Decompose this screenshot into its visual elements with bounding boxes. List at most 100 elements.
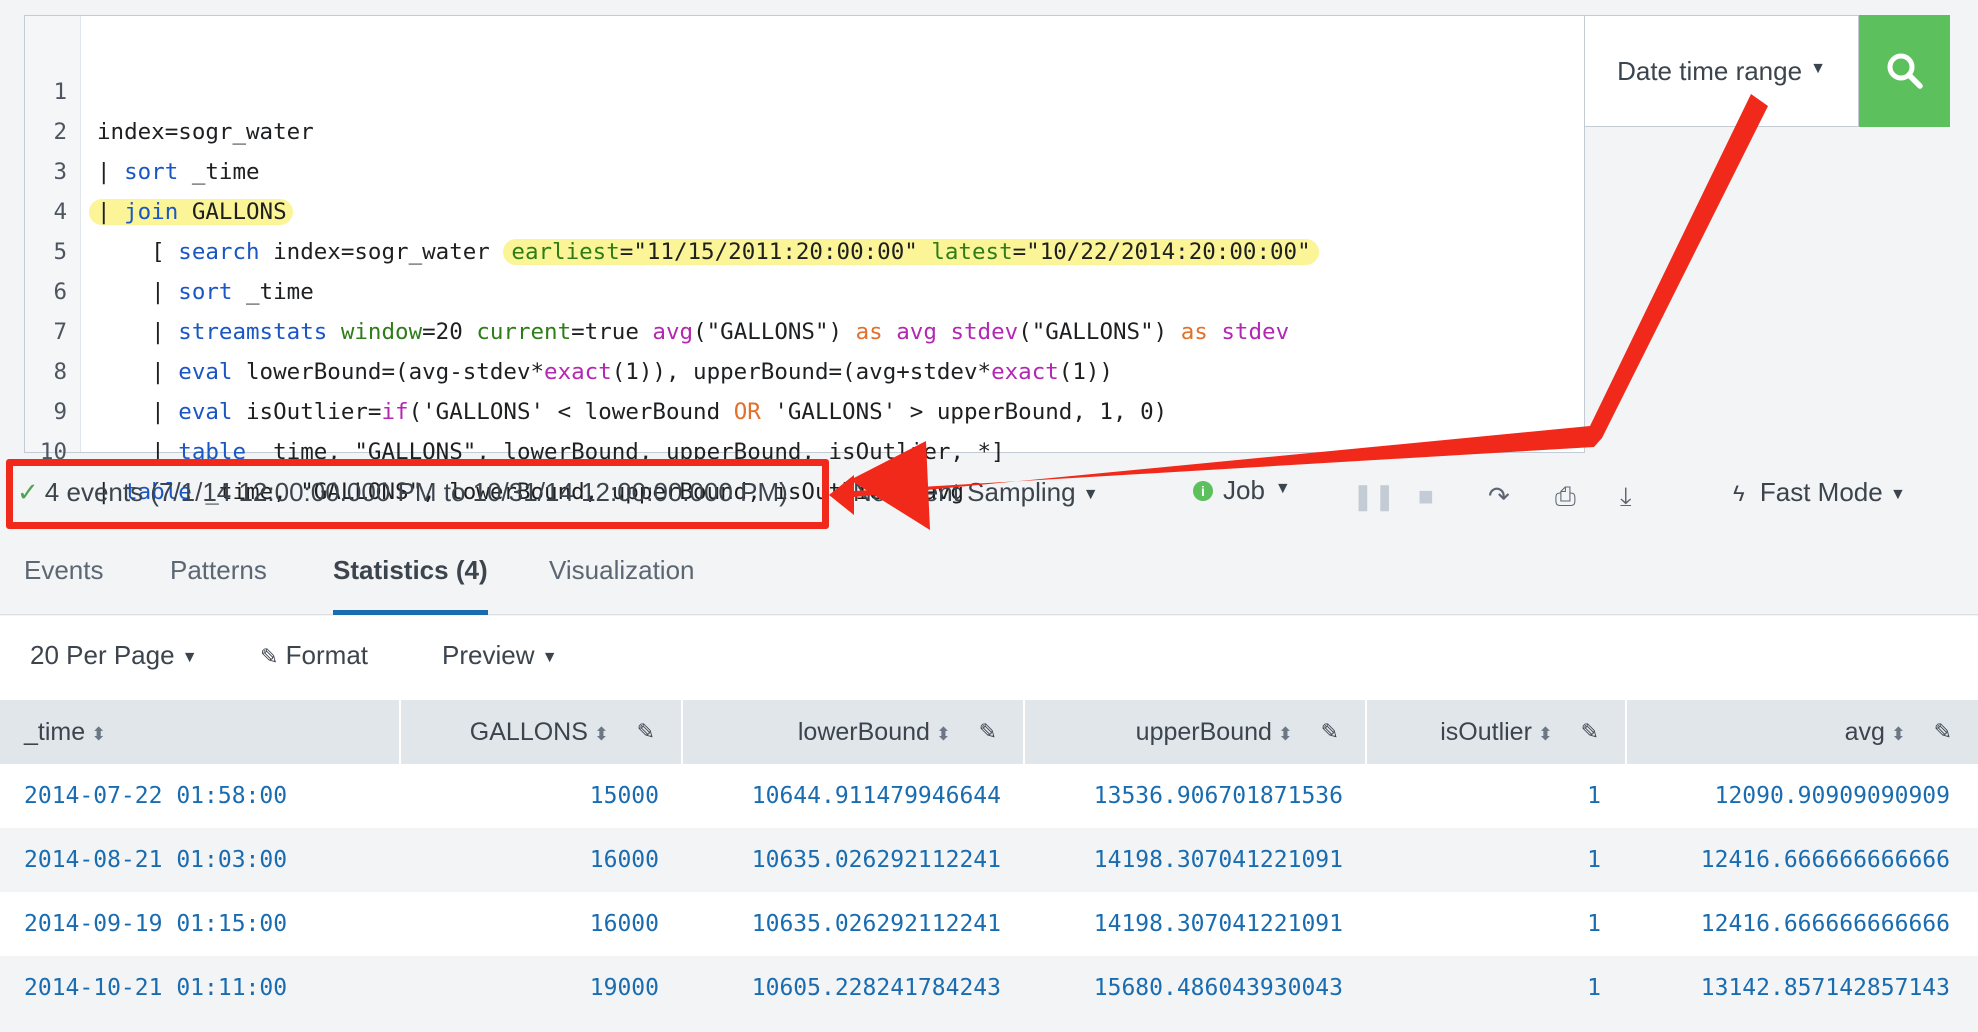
caret-down-icon: ▼ (1274, 479, 1291, 497)
code-line[interactable]: 7 | eval lowerBound=(avg-stdev*exact(1))… (25, 272, 1584, 385)
cell-upperbound[interactable]: 14198.307041221091 (1094, 828, 1343, 892)
column-header-time[interactable]: _time ⬍ (0, 700, 401, 764)
tab-statistics[interactable]: Statistics (4) (333, 555, 488, 615)
cell-lowerbound[interactable]: 10605.228241784243 (752, 956, 1001, 1020)
search-button[interactable] (1859, 15, 1950, 127)
event-sampling-dropdown[interactable]: No Event Sampling ▼ (853, 477, 1099, 508)
job-menu[interactable]: i Job ▼ (1193, 475, 1291, 506)
pencil-icon[interactable]: ✎ (637, 700, 655, 764)
caret-down-icon: ▼ (1082, 486, 1099, 503)
print-icon[interactable]: ⎙ (1555, 481, 1576, 513)
per-page-dropdown[interactable]: 20 Per Page ▼ (30, 640, 198, 671)
tab-visualization[interactable]: Visualization (549, 555, 695, 615)
code-line[interactable]: 8 | eval isOutlier=if('GALLONS' < lowerB… (25, 312, 1584, 425)
preview-label: Preview (442, 640, 535, 670)
export-icon[interactable]: ⤓ (1620, 481, 1632, 513)
stop-icon[interactable]: ■ (1418, 481, 1434, 512)
pencil-icon[interactable]: ✎ (1321, 700, 1339, 764)
code-line[interactable]: 6 | streamstats window=20 current=true a… (25, 232, 1584, 345)
table-row: 2014-08-21 01:03:00 16000 10635.02629211… (0, 828, 1978, 892)
cell-avg[interactable]: 12090.90909090909 (1715, 764, 1950, 828)
pause-icon[interactable]: ❚❚ (1352, 481, 1396, 512)
sort-icon[interactable]: ⬍ (91, 724, 106, 744)
caret-down-icon: ▼ (1889, 486, 1906, 503)
sort-icon[interactable]: ⬍ (936, 724, 951, 744)
column-header-lowerbound[interactable]: lowerBound ⬍ ✎ (683, 700, 1025, 764)
cell-lowerbound[interactable]: 10635.026292112241 (752, 892, 1001, 956)
code-line[interactable]: 4 [ search index=sogr_water earliest="11… (25, 152, 1584, 265)
sort-icon[interactable]: ⬍ (594, 724, 609, 744)
results-tabs: Events Patterns Statistics (4) Visualiza… (0, 535, 1978, 615)
pencil-icon[interactable]: ✎ (1934, 700, 1952, 764)
cell-upperbound[interactable]: 13536.906701871536 (1094, 764, 1343, 828)
column-header-isoutlier[interactable]: isOutlier ⬍ ✎ (1367, 700, 1627, 764)
cell-lowerbound[interactable]: 10635.026292112241 (752, 828, 1001, 892)
column-label: avg (1844, 718, 1885, 746)
cell-gallons[interactable]: 16000 (590, 892, 659, 956)
column-label: _time (24, 718, 86, 746)
table-body: 2014-07-22 01:58:00 15000 10644.91147994… (0, 764, 1978, 1020)
search-icon (1887, 53, 1923, 89)
pencil-icon[interactable]: ✎ (979, 700, 997, 764)
preview-dropdown[interactable]: Preview ▼ (442, 640, 558, 671)
tab-events[interactable]: Events (24, 555, 104, 615)
statistics-table: _time ⬍ GALLONS ⬍ ✎ lowerBound ⬍ ✎ upperBou… (0, 700, 1978, 1020)
cell-gallons[interactable]: 19000 (590, 956, 659, 1020)
code-line[interactable]: 2 | sort _time (25, 72, 1584, 185)
search-editor[interactable]: 1 index=sogr_water 2 | sort _time 3 | jo… (24, 15, 1585, 505)
cell-isoutlier[interactable]: 1 (1587, 956, 1601, 1020)
cell-avg[interactable]: 12416.666666666666 (1701, 892, 1950, 956)
table-row: 2014-09-19 01:15:00 16000 10635.02629211… (0, 892, 1978, 956)
column-label: isOutlier (1440, 718, 1532, 746)
column-label: lowerBound (797, 718, 930, 746)
cell-isoutlier[interactable]: 1 (1587, 892, 1601, 956)
caret-down-icon: ▼ (1810, 60, 1826, 77)
code-line[interactable]: 3 | join GALLONS (25, 112, 1584, 225)
cell-upperbound[interactable]: 15680.486043930043 (1094, 956, 1343, 1020)
code-line[interactable]: 1 index=sogr_water (25, 32, 1584, 145)
column-header-avg[interactable]: avg ⬍ ✎ (1627, 700, 1978, 764)
cell-avg[interactable]: 13142.857142857143 (1701, 956, 1950, 1020)
pencil-icon: ✎ (260, 644, 279, 669)
format-label: Format (285, 640, 369, 670)
table-row: 2014-10-21 01:11:00 19000 10605.22824178… (0, 956, 1978, 1020)
cell-avg[interactable]: 12416.666666666666 (1701, 828, 1950, 892)
info-icon: i (1193, 480, 1213, 501)
code-line[interactable]: 10 | table _time, "GALLONS", lowerBound,… (25, 392, 1584, 505)
event-sampling-label: No Event Sampling (853, 477, 1076, 507)
cell-isoutlier[interactable]: 1 (1587, 764, 1601, 828)
per-page-label: 20 Per Page (30, 640, 175, 670)
results-controls: 20 Per Page ▼ ✎ Format Preview ▼ (0, 616, 1978, 700)
sort-icon[interactable]: ⬍ (1891, 724, 1906, 744)
search-mode-label: Fast Mode (1759, 477, 1883, 507)
column-label: GALLONS (469, 718, 588, 746)
cell-time[interactable]: 2014-08-21 01:03:00 (24, 828, 287, 892)
lightning-icon: ϟ (1733, 481, 1745, 506)
cell-time[interactable]: 2014-07-22 01:58:00 (24, 764, 287, 828)
column-label: upperBound (1135, 718, 1272, 746)
pencil-icon[interactable]: ✎ (1581, 700, 1599, 764)
cell-upperbound[interactable]: 14198.307041221091 (1094, 892, 1343, 956)
date-time-range-picker[interactable]: Date time range ▼ (1585, 15, 1859, 127)
column-header-gallons[interactable]: GALLONS ⬍ ✎ (401, 700, 683, 764)
code-line[interactable]: 9 | table _time, "GALLONS", lowerBound, … (25, 352, 1584, 465)
cell-lowerbound[interactable]: 10644.911479946644 (752, 764, 1001, 828)
table-header: _time ⬍ GALLONS ⬍ ✎ lowerBound ⬍ ✎ upperBou… (0, 700, 1978, 764)
cell-gallons[interactable]: 15000 (590, 764, 659, 828)
sort-icon[interactable]: ⬍ (1278, 724, 1293, 744)
cell-gallons[interactable]: 16000 (590, 828, 659, 892)
code-line[interactable]: 5 | sort _time (25, 192, 1584, 305)
tab-patterns[interactable]: Patterns (170, 555, 267, 615)
annotation-highlight-box (6, 459, 829, 529)
cell-time[interactable]: 2014-10-21 01:11:00 (24, 956, 287, 1020)
cell-isoutlier[interactable]: 1 (1587, 828, 1601, 892)
cell-time[interactable]: 2014-09-19 01:15:00 (24, 892, 287, 956)
job-label: Job (1223, 475, 1265, 505)
caret-down-icon: ▼ (541, 649, 558, 666)
caret-down-icon: ▼ (181, 649, 198, 666)
sort-icon[interactable]: ⬍ (1538, 724, 1553, 744)
column-header-upperbound[interactable]: upperBound ⬍ ✎ (1025, 700, 1367, 764)
format-button[interactable]: ✎ Format (260, 640, 368, 671)
search-mode-dropdown[interactable]: ϟ Fast Mode ▼ (1733, 477, 1906, 508)
share-icon[interactable]: ↷ (1488, 481, 1510, 512)
